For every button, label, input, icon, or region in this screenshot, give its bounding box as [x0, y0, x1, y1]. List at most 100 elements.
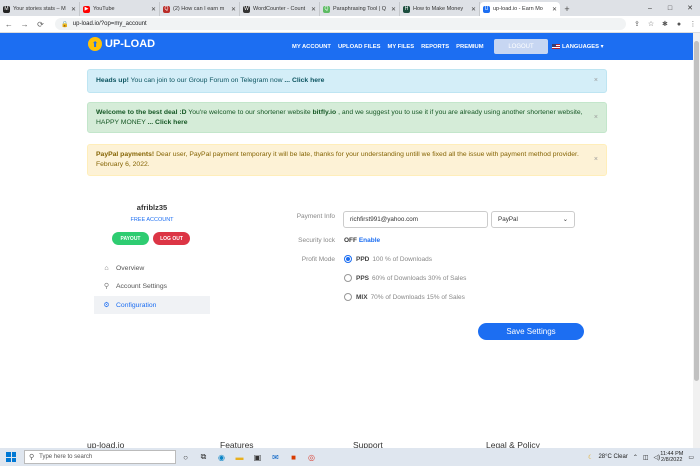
payment-method-value: PayPal: [498, 216, 518, 223]
payment-email-field[interactable]: richfirst991@yahoo.com: [343, 211, 488, 228]
tab-close-icon[interactable]: ✕: [471, 6, 476, 13]
mode-desc: 70% of Downloads 15% of Sales: [370, 293, 465, 301]
browser-tab-strip: M Your stories stats – M ✕ ▶ YouTube ✕ Q (2) Ho…: [0, 0, 700, 16]
taskbar-search-input[interactable]: ⚲ Type here to search: [24, 450, 176, 464]
radio-selected-icon[interactable]: [344, 255, 352, 263]
tab-close-icon[interactable]: ✕: [231, 6, 236, 13]
user-icon: ⚲: [103, 283, 110, 290]
store-icon[interactable]: ▣: [249, 450, 266, 464]
profile-avatar-icon[interactable]: ●: [672, 17, 686, 31]
browser-tab[interactable]: M Your stories stats – M ✕: [0, 2, 80, 16]
taskbar-clock[interactable]: 11:44 PM 2/8/2022: [660, 451, 683, 464]
browser-tab[interactable]: Uup-load.io - Earn Mo ✕: [480, 2, 560, 16]
clock-date: 2/8/2022: [661, 457, 683, 463]
edge-icon[interactable]: ◉: [213, 450, 230, 464]
file-explorer-icon[interactable]: ▬: [231, 450, 248, 464]
task-view-icon[interactable]: ⧉: [195, 450, 212, 464]
sidebar-item-label: Account Settings: [116, 282, 168, 290]
nav-logout-button[interactable]: LOGOUT: [494, 39, 548, 54]
reload-icon[interactable]: ⟳: [34, 17, 48, 31]
sidebar-item-overview[interactable]: ⌂ Overview: [94, 259, 210, 277]
menu-reports[interactable]: REPORTS: [421, 44, 449, 50]
new-tab-icon[interactable]: +: [560, 2, 574, 16]
languages-dropdown[interactable]: LANGUAGES ▾: [552, 33, 604, 60]
sidebar-item-label: Overview: [116, 264, 145, 272]
payout-button[interactable]: PAYOUT: [112, 232, 149, 245]
weather-text[interactable]: 28°C Clear: [598, 454, 627, 460]
tab-title: Your stories stats – M: [13, 6, 66, 12]
mail-icon[interactable]: ✉: [267, 450, 284, 464]
volume-icon[interactable]: ◁): [654, 454, 661, 461]
tab-close-icon[interactable]: ✕: [391, 6, 396, 13]
minimize-icon[interactable]: –: [640, 0, 660, 16]
alert-site-link[interactable]: bitfly.io: [313, 109, 337, 116]
sidebar-item-configuration[interactable]: ⚙ Configuration: [94, 296, 210, 314]
close-window-icon[interactable]: ✕: [680, 0, 700, 16]
site-logo[interactable]: ⬆ UP-LOAD: [88, 37, 155, 51]
browser-menu-icon[interactable]: ⋮: [686, 17, 700, 31]
security-enable-link[interactable]: Enable: [359, 237, 380, 244]
site-navbar: ⬆ UP-LOAD MY ACCOUNT UPLOAD FILES MY FIL…: [0, 33, 700, 60]
tab-title: YouTube: [93, 6, 115, 12]
tab-title: up-load.io - Earn Mo: [493, 6, 543, 12]
scrollbar-thumb[interactable]: [694, 41, 699, 381]
windows-start-icon[interactable]: [4, 450, 18, 464]
weather-icon: ☾: [588, 454, 594, 461]
windows-taskbar: ⚲ Type here to search ○ ⧉ ◉ ▬ ▣ ✉ ■ ◎ ☾ …: [0, 448, 700, 466]
main-menu: MY ACCOUNT UPLOAD FILES MY FILES REPORTS…: [292, 33, 491, 60]
logout-button[interactable]: LOG OUT: [153, 232, 190, 245]
payment-method-select[interactable]: PayPal ⌄: [491, 211, 575, 228]
close-icon[interactable]: ×: [594, 76, 598, 86]
close-icon[interactable]: ×: [594, 113, 598, 123]
menu-upload-files[interactable]: UPLOAD FILES: [338, 44, 381, 50]
mode-desc: 100 % of Downloads: [372, 255, 432, 263]
alert-title: PayPal payments!: [96, 151, 155, 158]
browser-tab[interactable]: H How to Make Money ✕: [400, 2, 480, 16]
tab-close-icon[interactable]: ✕: [71, 6, 76, 13]
network-icon[interactable]: ◫: [643, 454, 649, 461]
search-icon: ⚲: [29, 454, 35, 461]
tab-close-icon[interactable]: ✕: [311, 6, 316, 13]
menu-my-files[interactable]: MY FILES: [387, 44, 414, 50]
alert-text: You can join to our Group Forum on Teleg…: [128, 77, 285, 84]
tab-favicon-icon: U: [483, 5, 490, 13]
radio-icon[interactable]: [344, 274, 352, 282]
tray-chevron-icon[interactable]: ⌃: [633, 454, 638, 461]
cortana-icon[interactable]: ○: [177, 450, 194, 464]
forward-icon[interactable]: →: [18, 17, 32, 31]
tab-favicon-icon: Q: [163, 5, 170, 13]
mode-code: PPD: [356, 255, 370, 263]
profit-mode-mix[interactable]: MIX 70% of Downloads 15% of Sales: [344, 293, 465, 301]
browser-tab[interactable]: ▶ YouTube ✕: [80, 2, 160, 16]
browser-tab[interactable]: Q (2) How can I earn m ✕: [160, 2, 240, 16]
close-icon[interactable]: ×: [594, 155, 598, 165]
maximize-icon[interactable]: □: [660, 0, 680, 16]
profit-mode-pps[interactable]: PPS 60% of Downloads 30% of Sales: [344, 274, 466, 282]
system-tray: ☾ 28°C Clear ⌃ ◫ ◁) 11:44 PM 2/8/2022 ▭: [583, 448, 694, 466]
username: afriblz35: [136, 203, 168, 212]
url-input[interactable]: 🔒 up-load.io/?op=my_account: [55, 18, 626, 30]
page-scrollbar[interactable]: [693, 33, 700, 448]
sidebar-item-account-settings[interactable]: ⚲ Account Settings: [94, 277, 210, 295]
share-icon[interactable]: ⇪: [630, 17, 644, 31]
alert-link[interactable]: ... Click here: [284, 77, 324, 84]
browser-tab[interactable]: Q Paraphrasing Tool | Q ✕: [320, 2, 400, 16]
bookmark-star-icon[interactable]: ☆: [644, 17, 658, 31]
office-icon[interactable]: ■: [285, 450, 302, 464]
url-text: up-load.io/?op=my_account: [72, 21, 147, 27]
menu-premium[interactable]: PREMIUM: [456, 44, 483, 50]
chrome-icon[interactable]: ◎: [303, 450, 320, 464]
tab-close-icon[interactable]: ✕: [151, 6, 156, 13]
security-state: OFF: [344, 237, 357, 244]
menu-my-account[interactable]: MY ACCOUNT: [292, 44, 331, 50]
extensions-icon[interactable]: ✱: [658, 17, 672, 31]
save-settings-button[interactable]: Save Settings: [478, 323, 584, 340]
mode-desc: 60% of Downloads 30% of Sales: [372, 274, 467, 282]
tab-close-icon[interactable]: ✕: [552, 6, 557, 13]
alert-link[interactable]: ... Click here: [148, 119, 188, 126]
notifications-icon[interactable]: ▭: [688, 454, 694, 461]
profit-mode-ppd[interactable]: PPD 100 % of Downloads: [344, 255, 432, 263]
back-icon[interactable]: ←: [2, 17, 16, 31]
browser-tab[interactable]: W WordCounter - Count ✕: [240, 2, 320, 16]
radio-icon[interactable]: [344, 293, 352, 301]
